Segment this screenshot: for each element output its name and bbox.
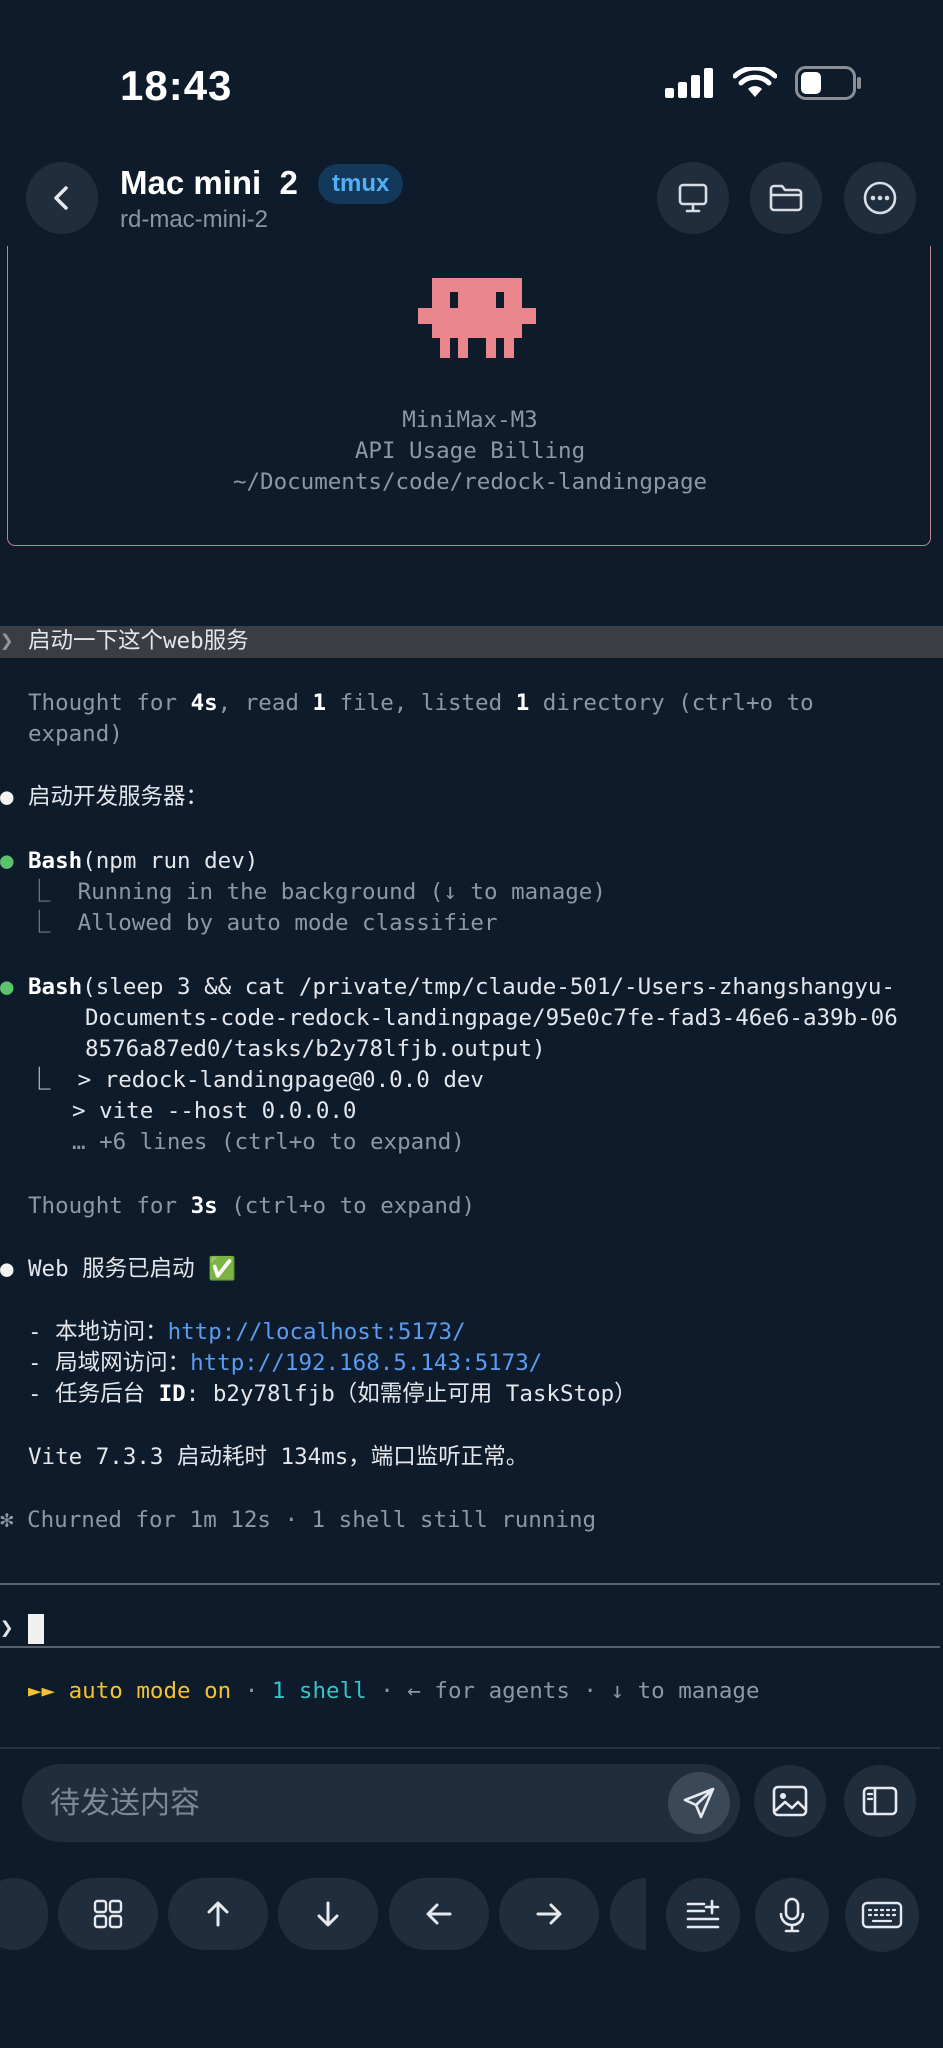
keyboard-icon — [861, 1901, 903, 1929]
back-button[interactable] — [26, 162, 98, 234]
keyboard-button[interactable] — [845, 1878, 919, 1952]
wifi-icon — [733, 67, 777, 97]
lan-url-link[interactable]: http://192.168.5.143:5173/ — [190, 1350, 542, 1376]
bash-call-2-cont: Documents-code-redock-landingpage/95e0c7… — [85, 1005, 898, 1031]
sidebar-toggle-button[interactable] — [844, 1765, 916, 1837]
divider — [0, 1747, 940, 1749]
local-url-row: - 本地访问：http://localhost:5173/ — [28, 1319, 466, 1345]
divider — [0, 1646, 940, 1648]
billing-plan: API Usage Billing — [354, 438, 586, 464]
vite-status-line: Vite 7.3.3 启动耗时 134ms，端口监听正常。 — [28, 1444, 529, 1470]
chevron-left-icon — [54, 186, 68, 210]
bash-1-output: ⎿ Allowed by auto mode classifier — [28, 910, 498, 936]
signal-icon — [665, 68, 713, 98]
key-grid[interactable] — [58, 1878, 158, 1950]
clock: 18:43 — [120, 62, 233, 109]
assistant-message-2: Web 服务已启动 ✅ — [28, 1256, 237, 1282]
image-icon — [772, 1785, 808, 1817]
mode-status-footer: ►► auto mode on · 1 shell · ← for agents… — [28, 1678, 760, 1704]
working-directory: ~/Documents/code/redock-landingpage — [232, 469, 708, 495]
bullet: ● — [0, 1256, 14, 1282]
status-bar: 18:43 — [0, 0, 943, 160]
voice-input-button[interactable] — [755, 1878, 829, 1952]
bash-2-output: ⎿ > redock-landingpage@0.0.0 dev — [28, 1067, 484, 1093]
key-arrow-up[interactable] — [168, 1878, 268, 1950]
more-dots-icon — [863, 181, 897, 215]
bash-1-output: ⎿ Running in the background (↓ to manage… — [28, 879, 606, 905]
bullet: ● — [0, 784, 14, 810]
bullet: ● — [0, 974, 14, 1000]
terminal-view[interactable]: MiniMax-M3 API Usage Billing ~/Documents… — [0, 246, 943, 1746]
prompt-marker: ❯ — [0, 628, 14, 654]
quick-commands-button[interactable] — [666, 1878, 740, 1952]
host-name: rd-mac-mini-2 — [120, 206, 269, 233]
terminal-cursor — [28, 1614, 44, 1644]
bullet: ● — [0, 848, 14, 874]
status-icons — [665, 66, 863, 100]
more-button[interactable] — [844, 162, 916, 234]
lan-url-row: - 局域网访问：http://192.168.5.143:5173/ — [28, 1350, 543, 1376]
sidebar-icon — [862, 1786, 898, 1816]
expand-hint[interactable]: … +6 lines (ctrl+o to expand) — [72, 1127, 465, 1158]
page-title: Mac mini 2 — [120, 164, 298, 201]
key-arrow-left[interactable] — [389, 1878, 489, 1950]
churn-status: ✻ Churned for 1m 12s · 1 shell still run… — [0, 1507, 597, 1533]
key-partial-left[interactable] — [0, 1878, 48, 1950]
app-header: Mac mini 2 tmux rd-mac-mini-2 — [0, 160, 943, 244]
user-prompt-text: 启动一下这个web服务 — [28, 628, 249, 654]
desktop-button[interactable] — [657, 162, 729, 234]
thought-line-1-cont: expand) — [28, 721, 123, 747]
session-type-badge: tmux — [318, 164, 404, 204]
message-input[interactable] — [50, 1764, 650, 1842]
files-button[interactable] — [750, 162, 822, 234]
image-button[interactable] — [754, 1765, 826, 1837]
key-arrow-right[interactable] — [499, 1878, 599, 1950]
arrow-right-icon — [536, 1903, 562, 1925]
key-arrow-down[interactable] — [278, 1878, 378, 1950]
arrow-down-icon — [317, 1901, 339, 1927]
input-prompt-marker: ❯ — [0, 1615, 14, 1641]
thought-line-1: Thought for 4s, read 1 file, listed 1 di… — [28, 690, 814, 716]
bash-call-2: Bash(sleep 3 && cat /private/tmp/claude-… — [28, 974, 895, 1000]
thought-line-2: Thought for 3s (ctrl+o to expand) — [28, 1193, 476, 1219]
bash-call-2-cont: 8576a87ed0/tasks/b2y78lfjb.output) — [85, 1036, 546, 1062]
bash-call-1: Bash(npm run dev) — [28, 848, 259, 874]
send-button[interactable] — [668, 1772, 730, 1834]
key-partial-right[interactable] — [610, 1878, 646, 1950]
assistant-message-1: 启动开发服务器： — [28, 784, 209, 810]
send-icon — [683, 1787, 715, 1819]
message-input-container — [22, 1764, 740, 1842]
task-id-row: - 任务后台 ID: b2y78lfjb（如需停止可用 TaskStop） — [28, 1381, 637, 1407]
local-url-link[interactable]: http://localhost:5173/ — [168, 1319, 466, 1345]
battery-icon — [795, 66, 861, 100]
grid-icon — [93, 1899, 123, 1929]
arrow-up-icon — [207, 1901, 229, 1927]
user-prompt-row: ❯ 启动一下这个web服务 — [0, 626, 943, 658]
folder-icon — [769, 184, 803, 212]
monitor-icon — [678, 183, 708, 213]
welcome-banner: MiniMax-M3 API Usage Billing ~/Documents… — [7, 246, 931, 546]
bash-2-output: > vite --host 0.0.0.0 — [72, 1098, 357, 1124]
composer — [0, 1764, 943, 1842]
model-name: MiniMax-M3 — [402, 407, 538, 433]
microphone-icon — [779, 1897, 805, 1933]
divider — [0, 1583, 940, 1585]
arrow-left-icon — [426, 1903, 452, 1925]
list-add-icon — [686, 1899, 720, 1929]
mascot-icon — [418, 278, 536, 358]
